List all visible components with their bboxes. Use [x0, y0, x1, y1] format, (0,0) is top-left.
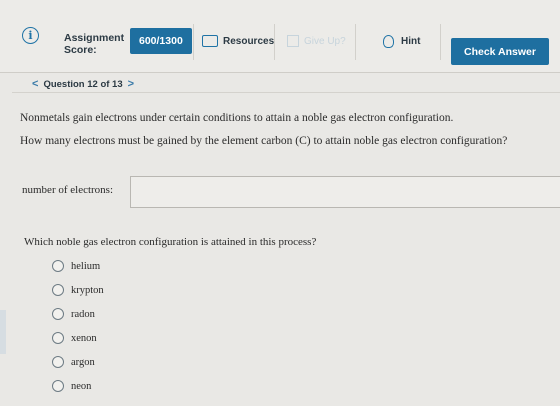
option-xenon[interactable]: xenon: [52, 332, 97, 344]
hint-label: Hint: [401, 35, 421, 47]
question-counter: Question 12 of 13: [43, 78, 123, 90]
resources-label: Resources: [223, 35, 275, 47]
score-labels: Assignment Score:: [64, 32, 124, 56]
option-label: xenon: [71, 332, 97, 344]
question-prompt: How many electrons must be gained by the…: [20, 135, 508, 147]
radio-button[interactable]: [52, 332, 64, 344]
option-neon[interactable]: neon: [52, 380, 91, 392]
resources-button[interactable]: Resources: [202, 26, 274, 56]
chevron-left-icon[interactable]: <: [32, 78, 38, 90]
check-answer-button[interactable]: Check Answer: [451, 38, 549, 65]
electrons-input[interactable]: [130, 176, 560, 208]
option-radon[interactable]: radon: [52, 308, 95, 320]
radio-button[interactable]: [52, 260, 64, 272]
electrons-input-label: number of electrons:: [22, 184, 114, 196]
option-label: neon: [71, 380, 92, 392]
info-icon[interactable]: i: [22, 27, 39, 44]
assignment-label: Assignment: [64, 32, 125, 44]
question-navigation: < Question 12 of 13 >: [27, 78, 139, 90]
option-label: argon: [71, 356, 95, 368]
flag-icon: [287, 35, 299, 47]
radio-button[interactable]: [52, 380, 64, 392]
radio-button[interactable]: [52, 356, 64, 368]
score-label: Score:: [64, 44, 97, 56]
radio-button[interactable]: [52, 284, 64, 296]
side-strip: [0, 310, 6, 354]
lightbulb-icon: [383, 34, 394, 48]
divider: [274, 24, 275, 60]
divider: [193, 24, 194, 60]
chevron-right-icon[interactable]: >: [128, 78, 134, 90]
divider: [12, 92, 560, 93]
option-krypton[interactable]: krypton: [52, 284, 104, 296]
option-argon[interactable]: argon: [52, 356, 95, 368]
option-label: radon: [71, 308, 95, 320]
divider: [440, 24, 441, 60]
hint-button[interactable]: Hint: [383, 26, 420, 56]
score-badge: 600/1300: [130, 28, 192, 54]
followup-question: Which noble gas electron configuration i…: [24, 236, 317, 248]
radio-button[interactable]: [52, 308, 64, 320]
divider: [355, 24, 356, 60]
option-label: helium: [71, 260, 101, 272]
question-intro: Nonmetals gain electrons under certain c…: [20, 112, 454, 124]
give-up-label: Give Up?: [304, 35, 346, 47]
option-label: krypton: [71, 284, 104, 296]
toolbar: i Assignment Score: 600/1300 Resources G…: [0, 0, 560, 73]
folder-icon: [202, 35, 218, 47]
option-helium[interactable]: helium: [52, 260, 100, 272]
give-up-button[interactable]: Give Up?: [287, 26, 346, 56]
